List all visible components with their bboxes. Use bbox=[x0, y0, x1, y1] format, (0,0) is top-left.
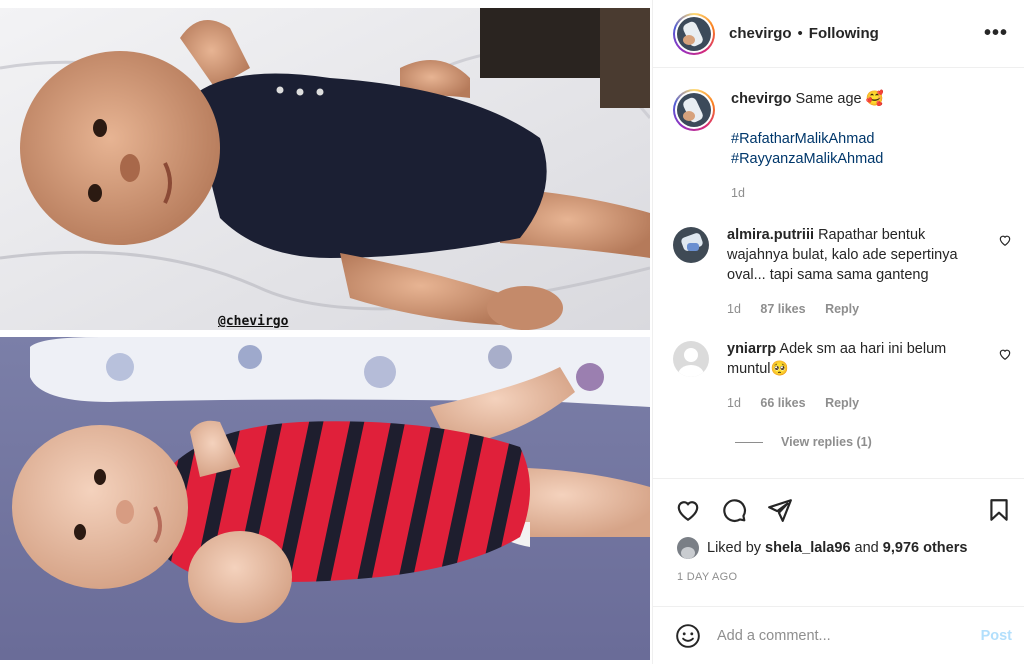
comment-time: 1d bbox=[727, 396, 741, 410]
add-comment-bar: Post bbox=[653, 606, 1024, 664]
caption-username[interactable]: chevirgo bbox=[731, 91, 791, 107]
liked-by-user[interactable]: shela_lala96 bbox=[765, 540, 850, 556]
commenter-avatar[interactable] bbox=[673, 341, 709, 377]
commenter-avatar[interactable] bbox=[673, 227, 709, 263]
comment-input[interactable] bbox=[717, 627, 957, 644]
commenter-username[interactable]: yniarrp bbox=[727, 341, 776, 357]
post-caption: chevirgo Same age 🥰 #RafatharMalikAhmad … bbox=[653, 69, 1024, 203]
comments-list[interactable]: chevirgo Same age 🥰 #RafatharMalikAhmad … bbox=[653, 69, 1024, 478]
comment-icon[interactable] bbox=[721, 497, 747, 523]
hashtag-link[interactable]: #RayyanzaMalikAhmad bbox=[731, 149, 884, 169]
comment-likes[interactable]: 87 likes bbox=[760, 302, 805, 316]
post-header: chevirgo • Following ••• bbox=[653, 0, 1024, 68]
caption-time: 1d bbox=[731, 186, 745, 200]
share-icon[interactable] bbox=[767, 497, 793, 523]
post-media[interactable]: @chevirgo bbox=[0, 0, 652, 664]
comment-like-heart-icon[interactable] bbox=[998, 233, 1012, 247]
likes-summary: Liked by shela_lala96 and 9,976 others bbox=[653, 527, 1024, 559]
comment-likes[interactable]: 66 likes bbox=[760, 396, 805, 410]
caption-avatar[interactable] bbox=[673, 89, 715, 131]
author-username[interactable]: chevirgo bbox=[729, 25, 792, 42]
post-actions: Liked by shela_lala96 and 9,976 others 1… bbox=[653, 478, 1024, 606]
following-button[interactable]: Following bbox=[809, 25, 879, 42]
reply-button[interactable]: Reply bbox=[825, 396, 859, 410]
heart-icon[interactable] bbox=[675, 497, 701, 523]
bookmark-icon[interactable] bbox=[986, 497, 1012, 523]
comment-time: 1d bbox=[727, 302, 741, 316]
hashtag-link[interactable]: #RafatharMalikAhmad bbox=[731, 129, 884, 149]
emoji-icon[interactable] bbox=[675, 623, 701, 649]
liked-by-others[interactable]: 9,976 others bbox=[883, 540, 968, 556]
view-replies-label: View replies (1) bbox=[781, 435, 872, 449]
view-replies-button[interactable]: View replies (1) bbox=[735, 435, 1024, 449]
comment-item: almira.putriii Rapathar bentuk wajahnya … bbox=[653, 225, 1024, 319]
baby-photo-bottom bbox=[0, 337, 650, 660]
liked-by-prefix: Liked by bbox=[707, 540, 762, 556]
view-replies-line bbox=[735, 441, 763, 443]
post-detail-panel: chevirgo • Following ••• chevirgo Same a… bbox=[652, 0, 1024, 664]
liker-avatar[interactable] bbox=[677, 537, 699, 559]
separator-dot: • bbox=[797, 25, 803, 42]
post-time-ago[interactable]: 1 DAY AGO bbox=[653, 559, 1024, 583]
caption-text: Same age 🥰 bbox=[795, 91, 884, 107]
reply-button[interactable]: Reply bbox=[825, 302, 859, 316]
photo-watermark: @chevirgo bbox=[218, 314, 289, 329]
baby-photo-top: @chevirgo bbox=[0, 8, 650, 330]
liked-by-and: and bbox=[854, 540, 879, 556]
comment-item: yniarrp Adek sm aa hari ini belum muntul… bbox=[653, 339, 1024, 413]
more-options-icon[interactable]: ••• bbox=[984, 22, 1008, 45]
author-avatar[interactable] bbox=[673, 12, 715, 55]
commenter-username[interactable]: almira.putriii bbox=[727, 227, 814, 243]
post-button[interactable]: Post bbox=[981, 628, 1012, 644]
comment-like-heart-icon[interactable] bbox=[998, 347, 1012, 361]
